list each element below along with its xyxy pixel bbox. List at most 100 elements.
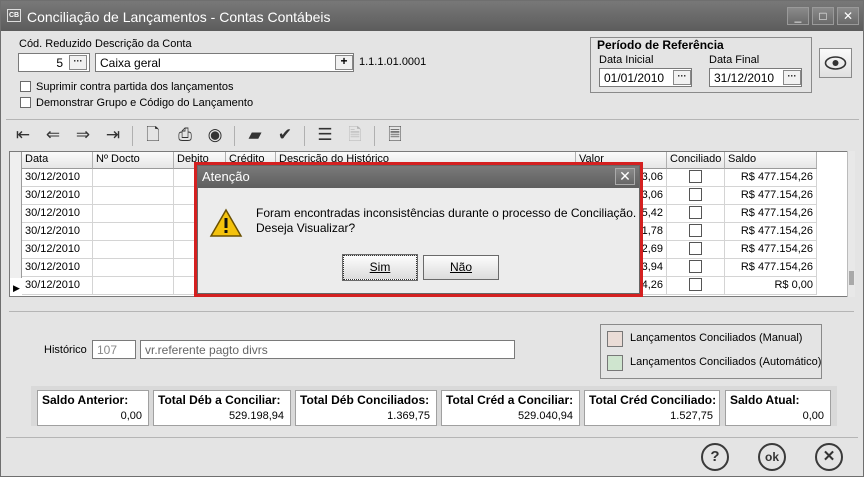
minimize-button[interactable]: _ — [787, 7, 809, 25]
dialog-close-button[interactable]: ✕ — [615, 168, 635, 185]
footer-divider — [6, 437, 858, 438]
legend-box: Lançamentos Conciliados (Manual) Lançame… — [600, 324, 822, 379]
table-cell-saldo[interactable]: R$ 477.154,26 — [725, 259, 817, 277]
conciliado-checkbox[interactable] — [689, 242, 702, 255]
total-value: 1.527,75 — [670, 410, 713, 422]
end-date-label: Data Final — [709, 54, 760, 66]
preview-eye-icon[interactable]: ◉ — [202, 124, 228, 148]
table-cell-conciliado[interactable] — [667, 187, 725, 205]
table-cell-data[interactable]: 30/12/2010 — [22, 241, 93, 259]
view-button[interactable] — [819, 48, 852, 78]
total-box: Saldo Atual: 0,00 — [725, 390, 831, 426]
table-cell-saldo[interactable]: R$ 477.154,26 — [725, 169, 817, 187]
toolbar-separator — [132, 126, 133, 146]
title-bar[interactable]: CB Conciliação de Lançamentos - Contas C… — [1, 1, 863, 31]
help-button[interactable]: ? — [701, 443, 729, 471]
table-cell-data[interactable]: 30/12/2010 — [22, 205, 93, 223]
divider — [9, 311, 854, 312]
table-cell-saldo[interactable]: R$ 477.154,26 — [725, 223, 817, 241]
group-label: Demonstrar Grupo e Código do Lançamento — [36, 97, 254, 109]
historico-label: Histórico — [44, 344, 87, 356]
ok-button[interactable]: ok — [758, 443, 786, 471]
table-cell-docto[interactable] — [93, 187, 174, 205]
table-cell-data[interactable]: 30/12/2010 — [22, 169, 93, 187]
column-header-data[interactable]: Data — [22, 152, 93, 169]
period-groupbox: Período de Referência Data Inicial 01/01… — [590, 37, 812, 93]
historico-text-field[interactable]: vr.referente pagto divrs — [140, 340, 515, 359]
manual-legend-label: Lançamentos Conciliados (Manual) — [630, 332, 803, 344]
suppress-checkbox[interactable] — [20, 81, 31, 92]
column-header-conciliado[interactable]: Conciliado — [667, 152, 725, 169]
last-record-icon[interactable]: ⇥ — [100, 124, 126, 148]
toolbar-separator — [304, 126, 305, 146]
toolbar-separator — [374, 126, 375, 146]
conciliado-checkbox[interactable] — [689, 170, 702, 183]
table-cell-docto[interactable] — [93, 277, 174, 295]
table-cell-docto[interactable] — [93, 241, 174, 259]
no-button[interactable]: Não — [423, 255, 499, 280]
eraser-icon[interactable]: ▰ — [242, 124, 268, 148]
table-cell-saldo[interactable]: R$ 0,00 — [725, 277, 817, 295]
close-button[interactable]: ✕ — [837, 7, 859, 25]
conciliado-checkbox[interactable] — [689, 188, 702, 201]
conciliado-checkbox[interactable] — [689, 206, 702, 219]
table-cell-saldo[interactable]: R$ 477.154,26 — [725, 205, 817, 223]
total-value: 0,00 — [120, 410, 142, 422]
auto-legend-label: Lançamentos Conciliados (Automático) — [630, 356, 822, 368]
toolbar-separator — [234, 126, 235, 146]
account-number: 1.1.1.01.0001 — [359, 56, 427, 68]
maximize-button[interactable]: □ — [812, 7, 834, 25]
table-cell-saldo[interactable]: R$ 477.154,26 — [725, 241, 817, 259]
table-cell-data[interactable]: 30/12/2010 — [22, 259, 93, 277]
table-cell-conciliado[interactable] — [667, 223, 725, 241]
check-circle-icon[interactable]: ✔ — [272, 124, 298, 148]
conciliado-checkbox[interactable] — [689, 224, 702, 237]
descricao-field[interactable]: Caixa geral — [95, 53, 354, 72]
table-cell-conciliado[interactable] — [667, 169, 725, 187]
historico-code-field[interactable]: 107 — [92, 340, 136, 359]
yes-button[interactable]: Sim — [342, 254, 418, 281]
cod-lookup-button[interactable]: ··· — [69, 55, 87, 70]
attention-dialog: Atenção ✕ Foram encontradas inconsistênc… — [197, 165, 640, 294]
table-cell-conciliado[interactable] — [667, 241, 725, 259]
new-document-icon[interactable]: 🗋 — [140, 124, 166, 148]
window-title: Conciliação de Lançamentos - Contas Cont… — [27, 9, 331, 25]
table-cell-docto[interactable] — [93, 259, 174, 277]
total-value: 0,00 — [802, 410, 824, 422]
total-box: Saldo Anterior: 0,00 — [37, 390, 149, 426]
table-cell-docto[interactable] — [93, 169, 174, 187]
print-icon[interactable]: ⎙ — [172, 124, 198, 148]
table-cell-docto[interactable] — [93, 205, 174, 223]
group-checkbox[interactable] — [20, 97, 31, 108]
end-date-picker[interactable]: ··· — [783, 70, 801, 85]
table-cell-conciliado[interactable] — [667, 277, 725, 295]
total-box: Total Déb Conciliados: 1.369,75 — [295, 390, 437, 426]
conciliado-checkbox[interactable] — [689, 260, 702, 273]
grid-scrollbar[interactable] — [847, 151, 855, 297]
cod-reduzido-label: Cód. Reduzido — [19, 38, 92, 50]
table-cell-data[interactable]: 30/12/2010 — [22, 277, 93, 295]
scrollbar-thumb[interactable] — [849, 271, 854, 285]
table-cell-data[interactable]: 30/12/2010 — [22, 223, 93, 241]
table-cell-conciliado[interactable] — [667, 259, 725, 277]
toolbar: ⇤ ⇐ ⇒ ⇥ 🗋 ⎙ ◉ ▰ ✔ ☰ 🗎 🗏 — [6, 119, 859, 149]
conciliado-checkbox[interactable] — [689, 278, 702, 291]
start-date-picker[interactable]: ··· — [673, 70, 691, 85]
descricao-label: Descrição da Conta — [95, 38, 192, 50]
check-list-icon[interactable]: ☰ — [312, 124, 338, 148]
dialog-title-bar[interactable]: Atenção ✕ — [198, 166, 639, 188]
table-cell-saldo[interactable]: R$ 477.154,26 — [725, 187, 817, 205]
next-record-icon[interactable]: ⇒ — [70, 124, 96, 148]
period-title: Período de Referência — [597, 38, 724, 52]
table-cell-conciliado[interactable] — [667, 205, 725, 223]
descricao-add-button[interactable]: + — [335, 55, 353, 70]
table-cell-docto[interactable] — [93, 223, 174, 241]
table-cell-data[interactable]: 30/12/2010 — [22, 187, 93, 205]
column-header-docto[interactable]: Nº Docto — [93, 152, 174, 169]
first-record-icon[interactable]: ⇤ — [10, 124, 36, 148]
report-icon[interactable]: 🗏 — [382, 124, 408, 148]
prev-record-icon[interactable]: ⇐ — [40, 124, 66, 148]
cancel-button[interactable]: ✕ — [815, 443, 843, 471]
totals-bar: Saldo Anterior: 0,00 Total Déb a Conciliar… — [31, 386, 837, 426]
column-header-saldo[interactable]: Saldo — [725, 152, 817, 169]
